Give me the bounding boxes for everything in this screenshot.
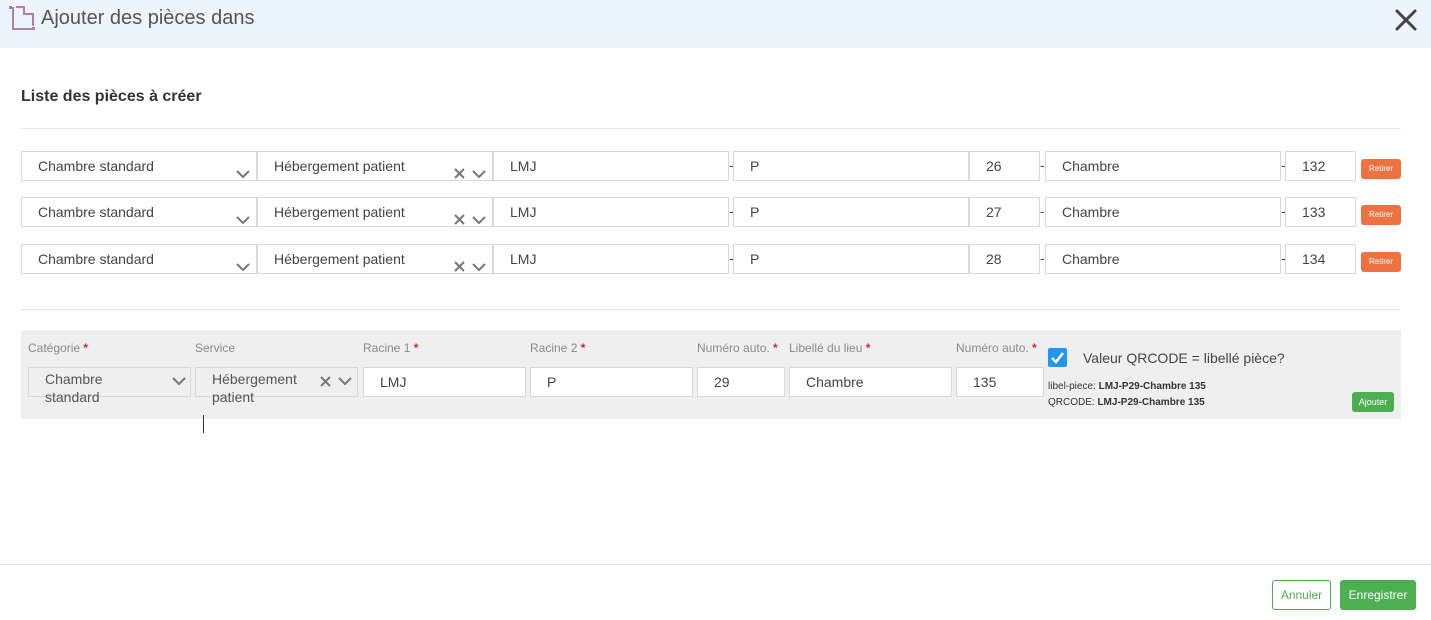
numero-input[interactable]: 26 [969,151,1040,181]
clear-x-icon[interactable] [454,160,465,179]
separator: - [1040,203,1045,219]
dialog-title: Ajouter des pièces dans [41,7,255,29]
chevron-down-icon[interactable] [236,253,250,272]
qrcode-info: QRCODE: LMJ-P29-Chambre 135 [1048,397,1205,408]
cancel-button[interactable]: Annuler [1272,580,1331,610]
racine2-input[interactable]: P [530,367,693,397]
categorie-select[interactable]: Chambre standard [21,151,257,181]
clear-x-icon[interactable] [454,206,465,225]
libel-piece-info: libel-piece: LMJ-P29-Chambre 135 [1048,381,1206,392]
racine1-input[interactable]: LMJ [493,151,729,181]
separator: - [1040,250,1045,266]
chevron-down-icon[interactable] [472,160,486,179]
categorie-select[interactable]: Chambre standard [21,244,257,274]
categorie-value: Chambre standard [38,158,154,174]
libelle-input[interactable]: Chambre [1045,244,1281,274]
categorie-value-line1: Chambre [45,371,103,387]
racine2-input[interactable]: P [733,151,969,181]
label-categorie: Catégorie * [28,341,89,355]
service-select[interactable]: Hébergement patient [257,244,493,274]
clear-x-icon[interactable] [454,253,465,272]
racine2-input[interactable]: P [733,197,969,227]
ajouter-button[interactable]: Ajouter [1352,392,1394,412]
text-cursor [203,415,204,433]
service-value: Hébergement patient [274,158,405,174]
label-numero-auto-2: Numéro auto. * [956,341,1037,355]
qrcode-checkbox-label: Valeur QRCODE = libellé pièce? [1083,350,1285,366]
service-select[interactable]: Hébergement patient [195,367,358,405]
categorie-select[interactable]: Chambre standard [21,197,257,227]
section-title: Liste des pièces à créer [21,88,202,105]
retirer-button[interactable]: Retirer [1361,159,1401,179]
numero-auto-input[interactable]: 29 [697,367,785,397]
service-value-line1: Hébergement [212,371,297,387]
chevron-down-icon[interactable] [472,206,486,225]
chevron-down-icon[interactable] [338,376,352,386]
label-numero-auto: Numéro auto. * [697,341,778,355]
racine1-input[interactable]: LMJ [493,244,729,274]
service-select[interactable]: Hébergement patient [257,197,493,227]
service-value: Hébergement patient [274,251,405,267]
qrcode-checkbox[interactable] [1048,348,1067,367]
chevron-down-icon[interactable] [172,376,186,386]
label-racine1: Racine 1 * [363,341,419,355]
clear-x-icon[interactable] [320,376,331,387]
numero2-input[interactable]: 134 [1285,244,1356,274]
libelle-input[interactable]: Chambre [1045,197,1281,227]
chevron-down-icon[interactable] [236,160,250,179]
service-value: Hébergement patient [274,204,405,220]
service-value-line2: patient [212,389,255,405]
service-select[interactable]: Hébergement patient [257,151,493,181]
label-service: Service [195,341,236,355]
chevron-down-icon[interactable] [236,206,250,225]
numero-input[interactable]: 27 [969,197,1040,227]
chevron-down-icon[interactable] [472,253,486,272]
racine1-input[interactable]: LMJ [493,197,729,227]
libelle-lieu-input[interactable]: Chambre [789,367,952,397]
categorie-value-line2: standard [45,389,100,405]
retirer-button[interactable]: Retirer [1361,205,1401,225]
divider [21,309,1401,310]
label-racine2: Racine 2 * [530,341,586,355]
save-button[interactable]: Enregistrer [1340,580,1416,610]
retirer-button[interactable]: Retirer [1361,252,1401,272]
label-libelle-lieu: Libellé du lieu * [789,341,871,355]
numero-auto-input-2[interactable]: 135 [956,367,1044,397]
libelle-input[interactable]: Chambre [1045,151,1281,181]
categorie-value: Chambre standard [38,204,154,220]
checkmark-icon [1051,352,1064,364]
numero2-input[interactable]: 132 [1285,151,1356,181]
categorie-select[interactable]: Chambre standard [28,367,191,405]
separator: - [1040,157,1045,173]
close-icon[interactable] [1393,7,1419,33]
racine2-input[interactable]: P [733,244,969,274]
racine1-input[interactable]: LMJ [363,367,526,397]
numero2-input[interactable]: 133 [1285,197,1356,227]
rooms-icon [9,6,35,30]
categorie-value: Chambre standard [38,251,154,267]
footer-divider [0,564,1431,565]
divider [21,128,1401,129]
numero-input[interactable]: 28 [969,244,1040,274]
